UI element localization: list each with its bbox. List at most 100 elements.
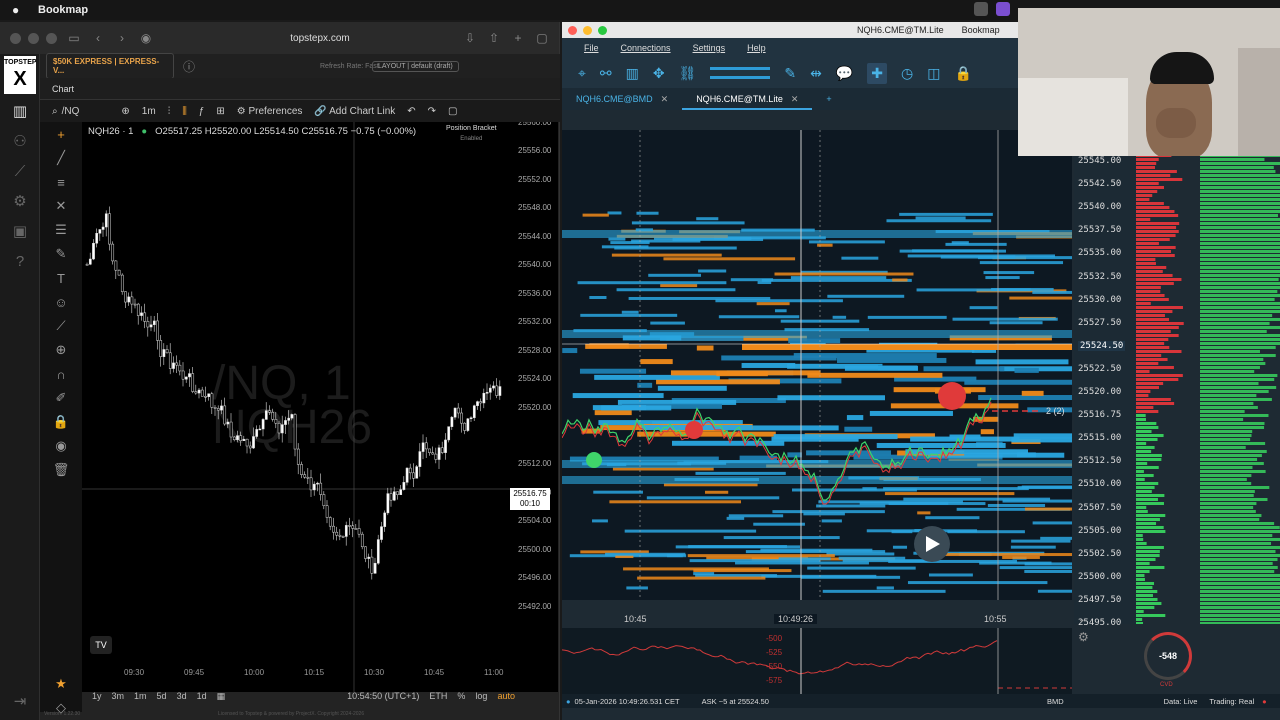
lock-icon[interactable]: 🔒 xyxy=(954,65,971,82)
symbol-input[interactable]: /NQ xyxy=(62,106,80,117)
text-tool-icon[interactable]: T xyxy=(40,266,82,290)
chart-clock[interactable]: 10:54:50 (UTC+1) xyxy=(347,691,419,701)
log-toggle[interactable]: log xyxy=(475,691,487,701)
info-icon[interactable]: ⓘ xyxy=(182,59,196,74)
range-3d[interactable]: 3d xyxy=(177,691,187,701)
range-3m[interactable]: 3m xyxy=(112,691,125,701)
favorite-star-icon[interactable]: ★ xyxy=(40,672,82,696)
zoom-window-button[interactable] xyxy=(46,32,57,44)
emoji-tool-icon[interactable]: ☺ xyxy=(40,290,82,314)
tab-tm-lite[interactable]: NQH6.CME@TM.Lite ✕ xyxy=(682,88,813,110)
logout-icon[interactable]: ⇥ xyxy=(0,686,40,716)
zoom-window-button[interactable] xyxy=(598,25,607,35)
chat-icon[interactable]: 💬 xyxy=(836,65,853,82)
trash-icon[interactable]: 🗑 xyxy=(40,458,82,482)
position-bracket-toggle[interactable]: Position Bracket Enabled xyxy=(446,124,497,144)
share-icon[interactable]: ⚯ xyxy=(600,65,612,82)
indicators-icon[interactable]: ✥ xyxy=(653,65,665,82)
range-5d[interactable]: 5d xyxy=(157,691,167,701)
share-icon[interactable]: ⇧ xyxy=(487,31,501,45)
tradingview-logo[interactable]: TV xyxy=(90,636,112,654)
price-chart[interactable]: /NQ, 1 NQH26 NQH26 · 1 ● O25517.25 H25520.… xyxy=(82,122,558,692)
screenshot-icon[interactable]: ⌖ xyxy=(578,65,586,82)
range-1d[interactable]: 1d xyxy=(197,691,207,701)
connection-icon[interactable]: ● xyxy=(566,697,571,706)
pattern-tool-icon[interactable]: ✕ xyxy=(40,194,82,218)
crosshair-icon[interactable]: ✚ xyxy=(867,62,888,84)
fib-tool-icon[interactable]: ☰ xyxy=(40,218,82,242)
contrast-slider[interactable] xyxy=(710,67,771,70)
fullscreen-icon[interactable]: ▢ xyxy=(448,106,457,117)
analytics-icon[interactable]: ⟋ xyxy=(0,156,40,186)
back-icon[interactable]: ‹ xyxy=(91,31,105,45)
add-chart-link-button[interactable]: 🔗 Add Chart Link xyxy=(314,106,395,117)
layout-grid-icon[interactable]: ⊞ xyxy=(216,106,224,117)
apple-icon[interactable]: ● xyxy=(12,3,24,17)
horizontal-lines-icon[interactable]: ≡ xyxy=(40,170,82,194)
date-range-icon[interactable]: ▦ xyxy=(217,691,226,702)
magnet-icon[interactable]: ∩ xyxy=(40,362,82,386)
bar-style-icon[interactable]: ⫶ xyxy=(168,106,171,117)
range-1m[interactable]: 1m xyxy=(134,691,147,701)
camera-icon[interactable]: ◫ xyxy=(927,65,940,82)
tab-chart[interactable]: Chart xyxy=(52,84,74,94)
status-icon[interactable] xyxy=(974,2,988,16)
forward-icon[interactable]: › xyxy=(115,31,129,45)
crosshair-tool-icon[interactable]: + xyxy=(40,122,82,146)
topstep-logo[interactable]: TOPSTEP X xyxy=(4,56,37,94)
collapse-chevron-icon[interactable]: ⌄ xyxy=(1078,614,1086,625)
zoom-in-icon[interactable]: ⊕ xyxy=(40,338,82,362)
lock-icon[interactable]: 🔒 xyxy=(40,410,82,434)
trendline-tool-icon[interactable]: ╱ xyxy=(40,146,82,170)
range-1y[interactable]: 1y xyxy=(92,691,102,701)
help-icon[interactable]: ? xyxy=(0,246,40,276)
tab-bmd[interactable]: NQH6.CME@BMD ✕ xyxy=(562,88,682,110)
visibility-icon[interactable]: ◉ xyxy=(40,434,82,458)
add-symbol-icon[interactable]: ⊕ xyxy=(121,106,129,117)
percent-toggle[interactable]: % xyxy=(457,691,465,701)
sidebar-toggle-icon[interactable]: ▭ xyxy=(67,31,81,45)
brush-tool-icon[interactable]: ✎ xyxy=(40,242,82,266)
community-icon[interactable]: ⚇ xyxy=(0,126,40,156)
close-tab-icon[interactable]: ✕ xyxy=(791,94,799,104)
auto-toggle[interactable]: auto xyxy=(497,691,515,701)
download-icon[interactable]: ⇩ xyxy=(463,31,477,45)
session-toggle[interactable]: ETH xyxy=(429,691,447,701)
minimize-window-button[interactable] xyxy=(28,32,39,44)
add-tab-button[interactable]: + xyxy=(812,88,845,110)
trade-icon[interactable]: ▥ xyxy=(0,96,40,126)
measure-icon[interactable]: ⇹ xyxy=(810,65,822,82)
status-icon-purple[interactable] xyxy=(996,2,1010,16)
link-icon[interactable]: ⛓ xyxy=(679,65,697,82)
price-axis[interactable]: 25560.00 25556.00 25552.00 25548.00 25544.00… xyxy=(512,122,558,692)
bookmap-price-ladder[interactable]: 25545.00 25542.50 25540.00 25537.50 25535.00… xyxy=(1074,154,1136,628)
time-axis[interactable]: 09:30 09:45 10:00 10:15 10:30 10:45 11:00 xyxy=(82,668,522,682)
address-bar[interactable]: topstepx.com xyxy=(200,28,440,48)
pencil-icon[interactable]: ✎ xyxy=(784,65,796,82)
symbol-search-icon[interactable]: ⌕ xyxy=(52,106,58,117)
brightness-slider[interactable] xyxy=(710,76,771,79)
tabs-overview-icon[interactable]: ▢ xyxy=(535,31,549,45)
redo-icon[interactable]: ↷ xyxy=(428,106,436,117)
candles-icon[interactable]: ⫼ xyxy=(182,106,187,117)
menu-help[interactable]: Help xyxy=(747,43,766,53)
record-icon[interactable]: ● xyxy=(1262,697,1267,706)
close-tab-icon[interactable]: ✕ xyxy=(661,94,669,104)
clock-icon[interactable]: ◷ xyxy=(901,65,913,82)
gear-icon[interactable]: ⚙ xyxy=(1078,630,1089,644)
shield-icon[interactable]: ◉ xyxy=(139,31,153,45)
account-selector[interactable]: $50K EXPRESS | EXPRESS-V... xyxy=(46,53,174,79)
close-window-button[interactable] xyxy=(568,25,577,35)
tv-icon[interactable]: ▣ xyxy=(0,216,40,246)
close-window-button[interactable] xyxy=(10,32,21,44)
preferences-button[interactable]: ⚙ Preferences xyxy=(237,106,303,117)
layout-selector[interactable]: LAYOUT | default (draft) xyxy=(372,60,459,72)
menu-settings[interactable]: Settings xyxy=(693,43,726,53)
settings-icon[interactable]: ⚙ xyxy=(0,186,40,216)
menu-connections[interactable]: Connections xyxy=(621,43,671,53)
chart-icon[interactable]: ▥ xyxy=(626,65,639,82)
cvd-subchart[interactable]: -500 -525 -550 -575 xyxy=(562,628,1072,696)
indicators-icon[interactable]: ƒ xyxy=(199,106,205,117)
minimize-window-button[interactable] xyxy=(583,25,592,35)
pencil-lock-icon[interactable]: ✐ xyxy=(40,386,82,410)
